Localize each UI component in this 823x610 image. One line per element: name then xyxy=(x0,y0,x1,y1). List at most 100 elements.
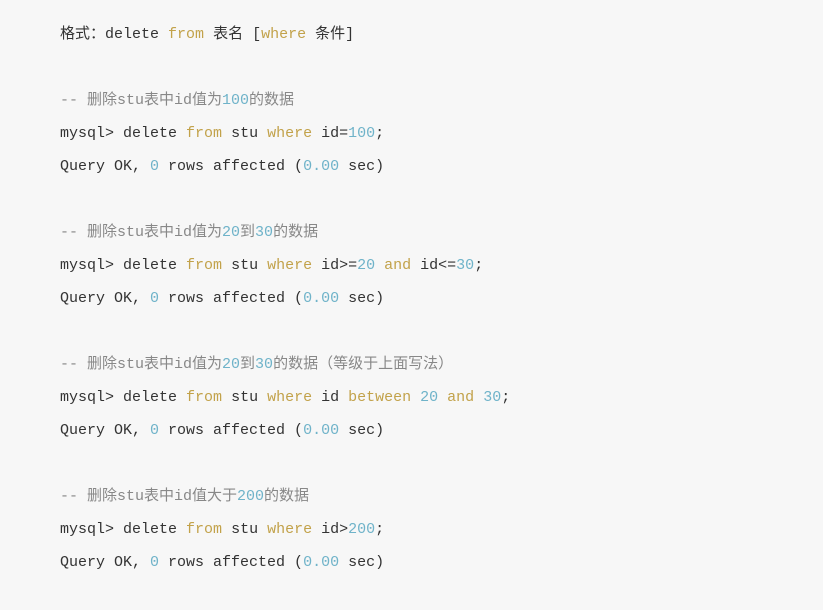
code-token xyxy=(438,389,447,406)
code-token: 的数据（等级于上面写法） xyxy=(273,356,453,373)
code-token: 20 xyxy=(222,356,240,373)
code-token: id> xyxy=(312,521,348,538)
code-token: 0 xyxy=(150,554,159,571)
code-token: delete xyxy=(123,521,177,538)
code-token: 的数据 xyxy=(273,224,318,241)
code-token: sec) xyxy=(339,290,384,307)
code-token: id<= xyxy=(411,257,456,274)
code-token: mysql> xyxy=(60,389,123,406)
code-token: from xyxy=(168,26,204,43)
sql-code-block: 格式：delete from 表名 [where 条件] -- 删除stu表中i… xyxy=(0,0,823,607)
code-token: 20 xyxy=(357,257,375,274)
code-token xyxy=(60,59,69,76)
code-token: 20 xyxy=(222,224,240,241)
code-token: id>= xyxy=(312,257,357,274)
code-token: Query OK, xyxy=(60,290,150,307)
code-token: stu xyxy=(222,257,267,274)
code-token: between xyxy=(348,389,411,406)
code-token: sec) xyxy=(339,158,384,175)
code-token: rows affected ( xyxy=(159,422,303,439)
code-token: 的数据 xyxy=(264,488,309,505)
code-line xyxy=(60,315,763,348)
code-token: 30 xyxy=(483,389,501,406)
code-token: 条件] xyxy=(306,26,354,43)
code-token: where xyxy=(261,26,306,43)
code-line: mysql> delete from stu where id>=20 and … xyxy=(60,249,763,282)
code-token: stu xyxy=(222,389,267,406)
code-line: mysql> delete from stu where id between … xyxy=(60,381,763,414)
code-token xyxy=(411,389,420,406)
code-token xyxy=(60,323,69,340)
code-line: mysql> delete from stu where id=100; xyxy=(60,117,763,150)
code-token: delete xyxy=(123,125,177,142)
code-token: mysql> xyxy=(60,257,123,274)
code-token: 0 xyxy=(150,158,159,175)
code-token: ; xyxy=(501,389,510,406)
code-token: from xyxy=(186,389,222,406)
code-token: rows affected ( xyxy=(159,158,303,175)
code-token: ; xyxy=(375,521,384,538)
code-token: 到 xyxy=(240,356,255,373)
code-line: mysql> delete from stu where id>200; xyxy=(60,513,763,546)
code-token: 0.00 xyxy=(303,422,339,439)
code-token: sec) xyxy=(339,554,384,571)
code-token: mysql> xyxy=(60,125,123,142)
code-token: -- 删除stu表中id值为 xyxy=(60,92,222,109)
code-token: 200 xyxy=(348,521,375,538)
code-token xyxy=(177,521,186,538)
code-token: 30 xyxy=(255,224,273,241)
code-token: -- 删除stu表中id值为 xyxy=(60,356,222,373)
code-token: ; xyxy=(474,257,483,274)
code-token: 100 xyxy=(222,92,249,109)
code-token: 的数据 xyxy=(249,92,294,109)
code-token: where xyxy=(267,521,312,538)
code-token: 0 xyxy=(150,290,159,307)
code-line xyxy=(60,51,763,84)
code-token: 0.00 xyxy=(303,290,339,307)
code-token: 100 xyxy=(348,125,375,142)
code-token: delete xyxy=(105,26,159,43)
code-token: 格式： xyxy=(60,26,105,43)
code-token: where xyxy=(267,389,312,406)
code-token: delete xyxy=(123,257,177,274)
code-token: 30 xyxy=(456,257,474,274)
code-token xyxy=(177,125,186,142)
code-token: id= xyxy=(312,125,348,142)
code-token: 20 xyxy=(420,389,438,406)
code-line: -- 删除stu表中id值为100的数据 xyxy=(60,84,763,117)
code-token: ; xyxy=(375,125,384,142)
code-token: from xyxy=(186,257,222,274)
code-token: 0.00 xyxy=(303,554,339,571)
code-token: mysql> xyxy=(60,521,123,538)
code-token: and xyxy=(447,389,474,406)
code-token: rows affected ( xyxy=(159,554,303,571)
code-token: from xyxy=(186,521,222,538)
code-token: -- 删除stu表中id值为 xyxy=(60,224,222,241)
code-token xyxy=(159,26,168,43)
code-token: 0 xyxy=(150,422,159,439)
code-line: 格式：delete from 表名 [where 条件] xyxy=(60,18,763,51)
code-line xyxy=(60,183,763,216)
code-line: -- 删除stu表中id值为20到30的数据（等级于上面写法） xyxy=(60,348,763,381)
code-line: Query OK, 0 rows affected (0.00 sec) xyxy=(60,414,763,447)
code-token: id xyxy=(312,389,348,406)
code-token: stu xyxy=(222,125,267,142)
code-token: 30 xyxy=(255,356,273,373)
code-line: Query OK, 0 rows affected (0.00 sec) xyxy=(60,546,763,579)
code-token xyxy=(177,257,186,274)
code-token xyxy=(375,257,384,274)
code-token: where xyxy=(267,257,312,274)
code-line: -- 删除stu表中id值为20到30的数据 xyxy=(60,216,763,249)
code-token: 表名 [ xyxy=(204,26,261,43)
code-token: delete xyxy=(123,389,177,406)
code-token xyxy=(60,191,69,208)
code-line: Query OK, 0 rows affected (0.00 sec) xyxy=(60,150,763,183)
code-token: rows affected ( xyxy=(159,290,303,307)
code-token: where xyxy=(267,125,312,142)
code-token: Query OK, xyxy=(60,554,150,571)
code-token: 200 xyxy=(237,488,264,505)
code-token: from xyxy=(186,125,222,142)
code-token: stu xyxy=(222,521,267,538)
code-token xyxy=(474,389,483,406)
code-token: Query OK, xyxy=(60,158,150,175)
